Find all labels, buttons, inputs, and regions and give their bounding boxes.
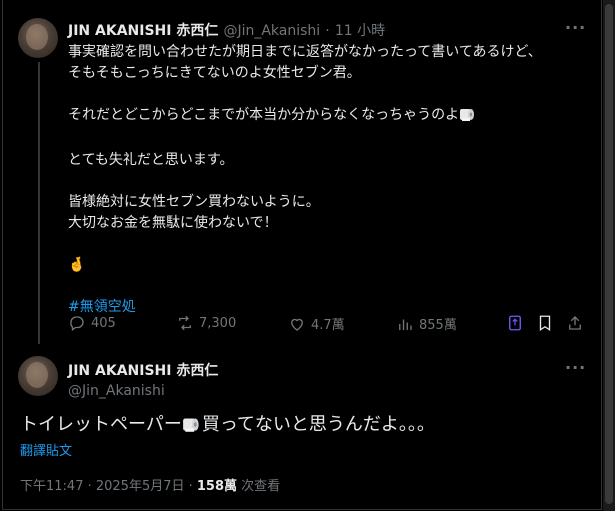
author-name[interactable]: JIN AKANISHI 赤西仁 <box>68 360 218 380</box>
tweet-header: JIN AKANISHI 赤西仁 @Jin_Akanishi · 11 小時 <box>68 20 385 40</box>
scrollbar-thumb[interactable] <box>605 4 613 504</box>
views-count: 158萬 <box>196 479 238 494</box>
views-button[interactable]: 855萬 <box>396 314 457 333</box>
author-handle[interactable]: @Jin_Akanishi <box>223 23 320 39</box>
share-button[interactable] <box>566 314 584 332</box>
reply-header: JIN AKANISHI 赤西仁 @Jin_Akanishi <box>68 360 218 399</box>
retweet-count: 7,300 <box>199 315 237 331</box>
views-label: 次查看 <box>237 479 281 494</box>
author-name[interactable]: JIN AKANISHI 赤西仁 <box>68 23 218 39</box>
timestamp[interactable]: 下午11:47 · 2025年5月7日 · <box>20 479 197 494</box>
translate-link[interactable]: 翻譯貼文 <box>20 440 72 459</box>
more-icon[interactable]: ··· <box>565 358 586 377</box>
views-count: 855萬 <box>419 318 457 333</box>
like-button[interactable]: 4.7萬 <box>288 314 345 333</box>
toilet-paper-icon <box>459 106 477 129</box>
reply-button[interactable]: 405 <box>68 314 116 332</box>
reply-text-after: 買ってないと思うんだよ。。。 <box>201 414 435 435</box>
views-icon <box>399 319 412 330</box>
dot-separator: · <box>325 23 330 39</box>
like-icon <box>291 318 303 331</box>
reply-body: トイレットペーパー 買ってないと思うんだよ。。。 <box>20 410 435 438</box>
reply-text-before: トイレットペーパー <box>20 414 182 435</box>
bookmark-icon <box>539 315 551 332</box>
grok-icon <box>509 315 521 331</box>
like-count: 4.7萬 <box>311 318 345 333</box>
tweet-actions: 405 7,300 4.7萬 855萬 <box>68 314 588 336</box>
tweet-line-text: それだとどこからどこまでが本当か分からなくなっちゃうのよ <box>68 107 460 123</box>
reply-icon <box>70 316 84 332</box>
more-icon[interactable]: ··· <box>565 18 586 37</box>
author-handle[interactable]: @Jin_Akanishi <box>68 383 218 399</box>
share-icon <box>569 316 581 330</box>
crossed-fingers-emoji: 🤞 <box>68 257 86 273</box>
tweet-line: 皆様絶対に女性セブン買わないように。 <box>68 194 320 210</box>
scrollbar[interactable] <box>603 0 615 511</box>
tweet-line: それだとどこからどこまでが本当か分からなくなっちゃうのよ <box>68 105 568 129</box>
tweet-line: そもそもこっちにきてないのよ女性セブン君。 <box>68 65 361 81</box>
thread-connector-line <box>38 62 40 344</box>
toilet-paper-icon <box>182 415 202 438</box>
grok-button[interactable] <box>506 314 524 332</box>
post-meta: 下午11:47 · 2025年5月7日 · 158萬 次查看 <box>20 475 280 494</box>
tweet-body: 事実確認を問い合わせたが期日までに返答がなかったって書いてあるけど、 そもそもこ… <box>68 42 568 318</box>
tweet-line: 大切なお金を無駄に使わないで！ <box>68 215 278 231</box>
avatar[interactable] <box>18 18 58 58</box>
post-time[interactable]: 11 小時 <box>335 23 385 39</box>
avatar[interactable] <box>18 356 58 396</box>
bookmark-button[interactable] <box>536 314 554 332</box>
reply-count: 405 <box>91 315 116 331</box>
tweet-line: 事実確認を問い合わせたが期日までに返答がなかったって書いてあるけど、 <box>68 44 542 60</box>
tweet-line: とても失礼だと思います。 <box>68 152 234 168</box>
retweet-button[interactable]: 7,300 <box>176 314 236 332</box>
retweet-icon <box>179 315 191 331</box>
